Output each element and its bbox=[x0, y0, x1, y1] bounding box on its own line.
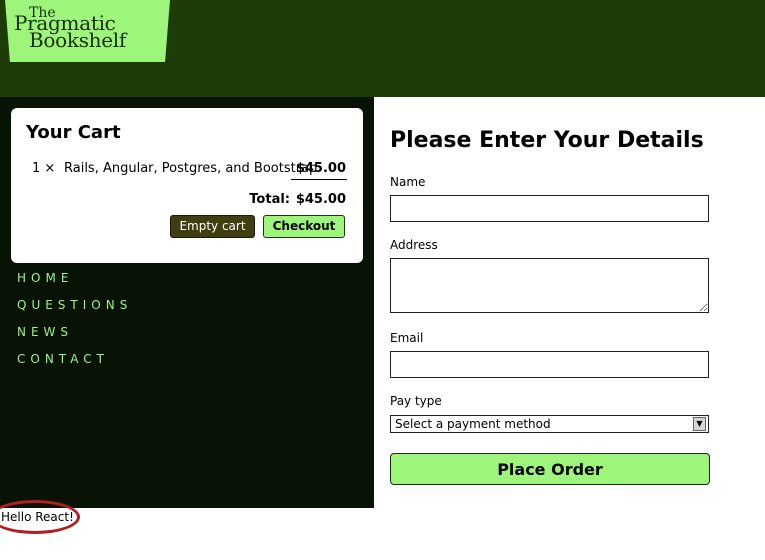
name-label: Name bbox=[390, 175, 426, 189]
place-order-button[interactable]: Place Order bbox=[390, 453, 710, 485]
email-input[interactable] bbox=[390, 351, 709, 378]
name-input[interactable] bbox=[390, 195, 709, 222]
cart-total-value: $45.00 bbox=[295, 192, 346, 207]
address-label: Address bbox=[390, 238, 438, 252]
total-divider bbox=[291, 179, 347, 180]
side-nav: HOME QUESTIONS NEWS CONTACT bbox=[17, 269, 132, 377]
nav-link-contact[interactable]: CONTACT bbox=[17, 350, 132, 377]
line-item-title: Rails, Angular, Postgres, and Bootstrap bbox=[64, 161, 318, 176]
nav-link-questions[interactable]: QUESTIONS bbox=[17, 296, 132, 323]
line-item-price: $45.00 bbox=[295, 161, 346, 176]
page-title: Please Enter Your Details bbox=[390, 128, 704, 153]
pay-type-selected-value: Select a payment method bbox=[395, 417, 551, 431]
hello-react-message: Hello React! bbox=[1, 510, 74, 524]
cart-line-item: 1 × Rails, Angular, Postgres, and Bootst… bbox=[32, 158, 352, 180]
order-form: Please Enter Your Details Name Address E… bbox=[374, 97, 765, 508]
email-label: Email bbox=[390, 331, 424, 345]
cart-heading: Your Cart bbox=[26, 122, 121, 143]
pay-type-label: Pay type bbox=[390, 394, 442, 408]
empty-cart-button[interactable]: Empty cart bbox=[170, 215, 255, 238]
address-textarea[interactable] bbox=[390, 258, 709, 313]
cart-total-label: Total: bbox=[249, 192, 290, 207]
checkout-button[interactable]: Checkout bbox=[263, 215, 345, 238]
cart-panel: Your Cart 1 × Rails, Angular, Postgres, … bbox=[11, 108, 363, 263]
sidebar: Your Cart 1 × Rails, Angular, Postgres, … bbox=[0, 97, 374, 508]
logo-line-3: Bookshelf bbox=[29, 28, 126, 52]
pay-type-select[interactable]: Select a payment method ▼ bbox=[390, 415, 709, 433]
nav-link-home[interactable]: HOME bbox=[17, 269, 132, 296]
line-item-quantity: 1 × bbox=[32, 161, 56, 176]
dropdown-arrow-icon[interactable]: ▼ bbox=[693, 417, 706, 431]
pragmatic-bookshelf-logo[interactable]: The Pragmatic Bookshelf bbox=[5, 0, 170, 62]
nav-link-news[interactable]: NEWS bbox=[17, 323, 132, 350]
site-header: The Pragmatic Bookshelf bbox=[0, 0, 765, 97]
